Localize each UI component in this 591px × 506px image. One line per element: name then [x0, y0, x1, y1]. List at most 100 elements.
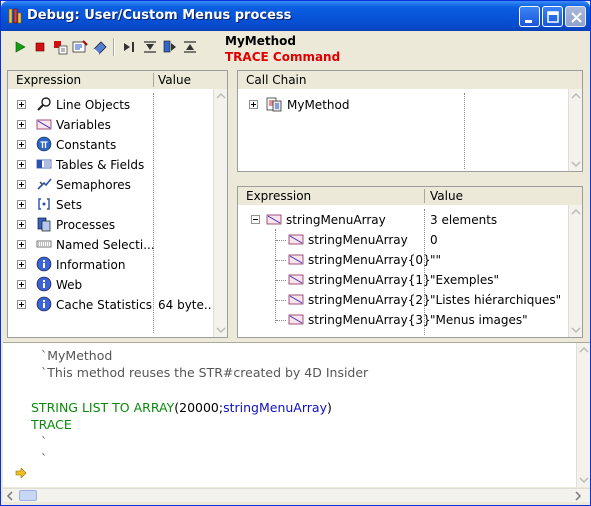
expression-tree-item[interactable]: Tables & Fields	[8, 155, 213, 175]
step-into-button[interactable]	[141, 38, 159, 56]
step-out-button[interactable]	[181, 38, 199, 56]
close-icon	[571, 12, 582, 23]
expand-toggle-icon[interactable]	[17, 260, 26, 269]
variable-icon	[288, 271, 304, 287]
scroll-thumb[interactable]	[19, 490, 37, 501]
tree-branch-line	[276, 260, 286, 261]
expression-tree-item[interactable]: Processes	[8, 215, 213, 235]
edit-button[interactable]	[71, 38, 89, 56]
call-chain-panel: Call Chain MyMethod	[237, 70, 583, 172]
close-button[interactable]	[565, 6, 586, 27]
scroll-down-arrow-icon[interactable]	[579, 475, 589, 485]
call-chain-item[interactable]: MyMethod	[238, 95, 568, 115]
expression-column-header[interactable]: Expression	[16, 73, 81, 87]
scroll-up-arrow-icon[interactable]	[579, 345, 589, 355]
variable-icon	[288, 291, 304, 307]
code-comment-line[interactable]: `MyMethod	[41, 348, 112, 363]
expand-toggle-icon[interactable]	[17, 220, 26, 229]
abort-and-edit-button[interactable]	[51, 38, 69, 56]
watch-vertical-scrollbar[interactable]	[568, 205, 582, 337]
code-comment-line[interactable]: `This method reuses the STR#created by 4…	[41, 365, 368, 380]
current-method-label: MyMethod	[225, 34, 296, 48]
scroll-up-arrow-icon[interactable]	[571, 207, 581, 217]
expression-item-label: Named Selecti...	[56, 238, 155, 252]
variable-icon	[266, 211, 282, 227]
expression-item-label: Processes	[56, 218, 116, 232]
value-column-header[interactable]: Value	[430, 189, 463, 203]
watch-element-row[interactable]: stringMenuArray{2} "Listes hiérarchiques"	[238, 290, 568, 310]
minimize-icon	[525, 20, 532, 23]
expand-toggle-icon[interactable]	[17, 300, 26, 309]
debug-window: Debug: User/Custom Menus process MyMetho…	[0, 0, 591, 506]
watch-element-row[interactable]: stringMenuArray{3} "Menus images"	[238, 310, 568, 330]
expand-toggle-icon[interactable]	[17, 200, 26, 209]
expression-tree-item[interactable]: Named Selecti...	[8, 235, 213, 255]
expression-item-label: Semaphores	[56, 178, 131, 192]
value-column-header[interactable]: Value	[158, 73, 191, 87]
step-out-icon	[184, 41, 196, 53]
column-divider[interactable]	[424, 189, 425, 203]
variable-icon	[36, 116, 52, 132]
watch-element-row[interactable]: stringMenuArray{1} "Exemples"	[238, 270, 568, 290]
abort-button[interactable]	[31, 38, 49, 56]
title-bar[interactable]: Debug: User/Custom Menus process	[1, 1, 590, 31]
call-chain-vertical-scrollbar[interactable]	[568, 89, 582, 171]
code-trace-line[interactable]: TRACE	[31, 417, 72, 432]
collapse-toggle-icon[interactable]	[251, 215, 260, 224]
expression-item-label: Web	[56, 278, 83, 292]
step-into-process-button[interactable]	[161, 38, 179, 56]
expand-toggle-icon[interactable]	[17, 180, 26, 189]
variable-icon	[288, 251, 304, 267]
expand-toggle-icon[interactable]	[17, 280, 26, 289]
watch-element-label: stringMenuArray{2}	[308, 293, 431, 307]
expression-tree-item[interactable]: Cache Statistics 64 byte..	[8, 295, 213, 315]
expand-toggle-icon[interactable]	[17, 140, 26, 149]
expand-toggle-icon[interactable]	[17, 160, 26, 169]
scroll-down-arrow-icon[interactable]	[571, 159, 581, 169]
expand-toggle-icon[interactable]	[17, 100, 26, 109]
scroll-up-arrow-icon[interactable]	[216, 91, 226, 101]
source-horizontal-scrollbar[interactable]	[3, 488, 590, 502]
expand-toggle-icon[interactable]	[17, 120, 26, 129]
minimize-button[interactable]	[519, 6, 540, 27]
save-settings-button[interactable]	[91, 38, 109, 56]
code-comment-line[interactable]: `	[41, 434, 47, 449]
watch-element-label: stringMenuArray	[308, 233, 408, 247]
expression-tree-item[interactable]: Variables	[8, 115, 213, 135]
watch-element-row[interactable]: stringMenuArray{0} ""	[238, 250, 568, 270]
source-vertical-scrollbar[interactable]	[576, 343, 590, 487]
no-trace-button[interactable]	[11, 38, 29, 56]
expression-item-label: Information	[56, 258, 126, 272]
code-comment-line[interactable]: `	[41, 451, 47, 466]
code-statement-line[interactable]: STRING LIST TO ARRAY(20000;stringMenuArr…	[31, 400, 332, 415]
scroll-right-arrow-icon[interactable]	[573, 491, 583, 501]
expression-tree-item[interactable]: Web	[8, 275, 213, 295]
tree-branch-line	[276, 320, 286, 321]
expression-vertical-scrollbar[interactable]	[213, 89, 227, 337]
info-icon	[36, 276, 52, 292]
maximize-button[interactable]	[542, 6, 563, 27]
expand-toggle-icon[interactable]	[249, 100, 258, 109]
expression-tree-item[interactable]: Sets	[8, 195, 213, 215]
expression-tree-item[interactable]: Line Objects	[8, 95, 213, 115]
expression-tree-item[interactable]: Constants	[8, 135, 213, 155]
column-divider[interactable]	[153, 73, 154, 87]
expand-toggle-icon[interactable]	[17, 240, 26, 249]
execution-pointer-icon	[15, 467, 27, 481]
watch-element-row[interactable]: stringMenuArray 0	[238, 230, 568, 250]
call-chain-label: MyMethod	[287, 98, 350, 112]
expression-column-header[interactable]: Expression	[246, 189, 311, 203]
stop-edit-icon	[54, 41, 68, 55]
expression-tree-item[interactable]: Information	[8, 255, 213, 275]
source-code-pane[interactable]: `MyMethod `This method reuses the STR#cr…	[3, 342, 590, 487]
expression-tree-item[interactable]: Semaphores	[8, 175, 213, 195]
scroll-down-arrow-icon[interactable]	[571, 325, 581, 335]
scroll-up-arrow-icon[interactable]	[571, 91, 581, 101]
scroll-left-arrow-icon[interactable]	[5, 491, 15, 501]
scroll-down-arrow-icon[interactable]	[216, 325, 226, 335]
watch-element-value: "Menus images"	[430, 313, 528, 327]
process-icon	[36, 216, 52, 232]
step-over-button[interactable]	[121, 38, 139, 56]
expression-item-label: Cache Statistics	[56, 298, 152, 312]
watch-root-row[interactable]: stringMenuArray 3 elements	[238, 210, 568, 230]
